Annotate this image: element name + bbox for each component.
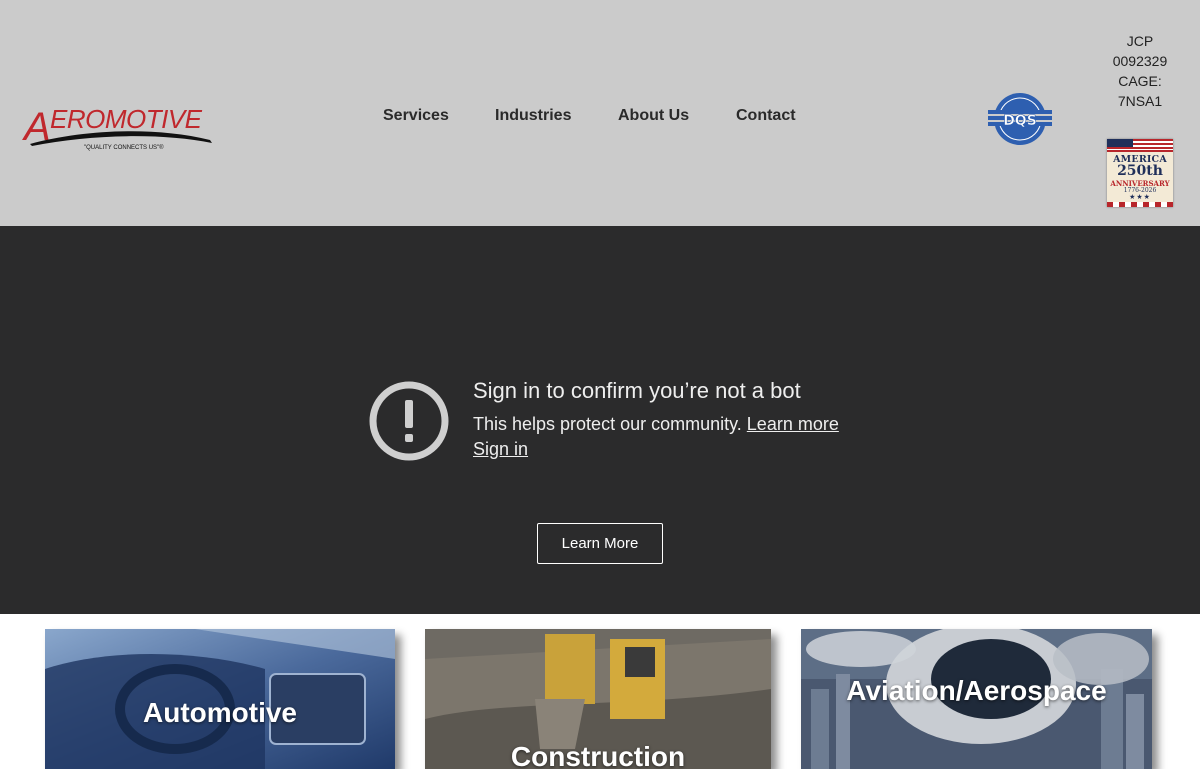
bot-check-description-text: This helps protect our community. bbox=[473, 414, 742, 434]
registration-line: JCP bbox=[1126, 33, 1154, 49]
alert-circle-icon bbox=[369, 381, 449, 461]
site-header: A EROMOTIVE "QUALITY CONNECTS US"® Servi… bbox=[0, 0, 1200, 226]
nav-services[interactable]: Services bbox=[383, 107, 449, 125]
video-embed-area: Sign in to confirm you’re not a bot This… bbox=[0, 226, 1200, 614]
learn-more-button[interactable]: Learn More bbox=[537, 523, 663, 564]
bot-check-title: Sign in to confirm you’re not a bot bbox=[473, 378, 801, 403]
industry-card-aviation-aerospace[interactable]: Aviation/Aerospace bbox=[801, 629, 1152, 769]
us-flag-icon bbox=[1107, 139, 1173, 152]
registration-line: 7NSA1 bbox=[1117, 93, 1163, 109]
nav-contact[interactable]: Contact bbox=[736, 107, 796, 125]
badge-line-250th: 250th bbox=[1117, 163, 1163, 179]
registration-codes: JCP 0092329 CAGE: 7NSA1 bbox=[1100, 31, 1180, 111]
industry-card-label: Construction bbox=[510, 741, 686, 769]
registration-line: 0092329 bbox=[1112, 53, 1168, 69]
industry-card-label: Aviation/Aerospace bbox=[846, 675, 1107, 706]
sign-in-link[interactable]: Sign in bbox=[473, 439, 528, 460]
industry-card-construction[interactable]: Construction bbox=[425, 629, 771, 769]
badge-line-stars: ★★★ bbox=[1129, 194, 1151, 201]
industry-card-label: Automotive bbox=[143, 697, 297, 728]
nav-about-us[interactable]: About Us bbox=[618, 107, 689, 125]
svg-text:DQS: DQS bbox=[1003, 113, 1037, 129]
industry-card-automotive[interactable]: Automotive bbox=[45, 629, 395, 769]
svg-text:"QUALITY CONNECTS US"®: "QUALITY CONNECTS US"® bbox=[84, 144, 164, 151]
america-250th-anniversary-badge: AMERICA 250th ANNIVERSARY 1776-2026 ★★★ bbox=[1107, 139, 1173, 207]
badge-stripe bbox=[1107, 202, 1173, 207]
quality-certification-badge: DQS bbox=[985, 90, 1055, 148]
learn-more-link[interactable]: Learn more bbox=[747, 414, 839, 434]
registration-line: CAGE: bbox=[1118, 73, 1162, 89]
bot-check-description: This helps protect our community. Learn … bbox=[473, 414, 839, 435]
nav-industries[interactable]: Industries bbox=[495, 107, 571, 125]
